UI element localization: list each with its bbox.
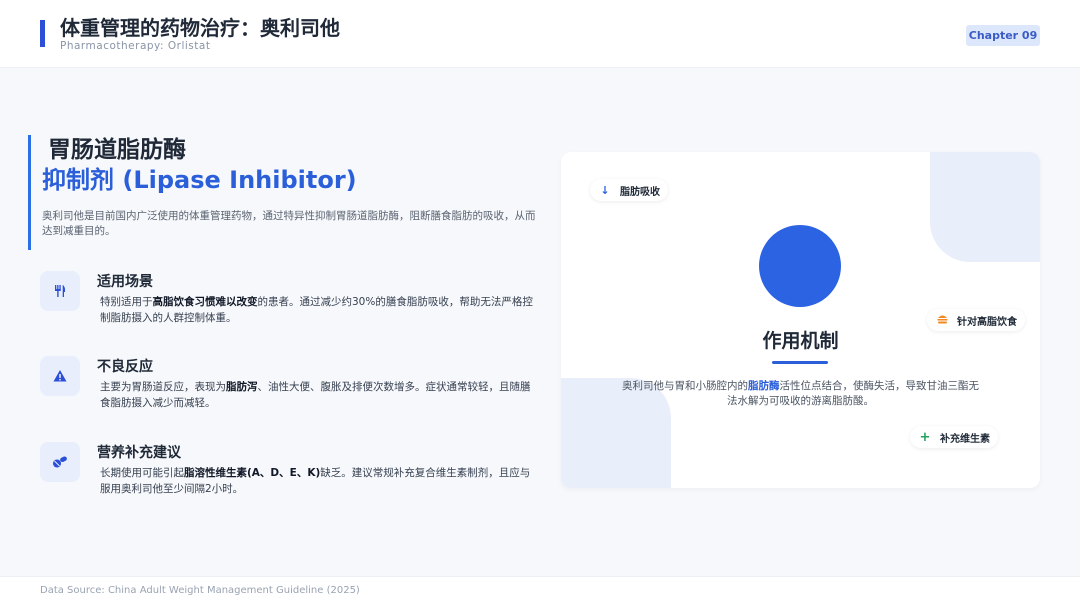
tag-high-fat-diet: 针对高脂饮食 [927,309,1025,331]
title-underline [772,361,828,364]
feature-nutrition: 营养补充建议 长期使用可能引起脂溶性维生素(A、D、E、K)缺乏。建议常规补充复… [40,442,540,512]
arrow-down-icon: ↓ [600,183,610,197]
mechanism-card: 作用机制 奥利司他与胃和小肠腔内的脂肪酶活性位点结合，使酶失活，导致甘油三酯无法… [561,152,1040,488]
footer: Data Source: China Adult Weight Manageme… [0,576,1080,608]
feature-title: 适用场景 [97,274,153,290]
feature-side-effects: 不良反应 主要为胃肠道反应，表现为脂肪泻、油性大便、腹胀及排便次数增多。症状通常… [40,356,540,426]
tag-label: 针对高脂饮食 [957,316,1017,328]
feature-description: 特别适用于高脂饮食习惯难以改变的患者。通过减少约30%的膳食脂肪吸收，帮助无法严… [100,296,533,324]
chapter-badge: Chapter 09 [966,25,1040,46]
tag-fat-absorption: ↓ 脂肪吸收 [590,179,668,201]
page-title: 体重管理的药物治疗：奥利司他 [60,16,340,40]
page-subtitle: Pharmacotherapy: Orlistat [60,40,211,52]
warning-icon [40,356,80,396]
tag-label: 补充维生素 [940,433,990,445]
feature-title: 不良反应 [97,359,153,375]
pills-icon [40,442,80,482]
hero-title-line1: 胃肠道脂肪酶 [48,137,186,163]
utensils-icon [40,271,80,311]
feature-description: 主要为胃肠道反应，表现为脂肪泻、油性大便、腹胀及排便次数增多。症状通常较轻，且随… [100,381,531,409]
header: 体重管理的药物治疗：奥利司他 Pharmacotherapy: Orlistat… [0,0,1080,68]
hero-description: 奥利司他是目前国内广泛使用的体重管理药物，通过特异性抑制胃肠道脂肪酶，阻断膳食脂… [42,210,536,237]
burger-icon [935,314,949,327]
hero-section: 胃肠道脂肪酶 抑制剂 (Lipase Inhibitor) 奥利司他是目前国内广… [28,135,538,250]
tag-vitamin-supplement: + 补充维生素 [910,426,998,448]
decorative-blob [930,152,1040,262]
mechanism-circle [759,225,841,307]
data-source: Data Source: China Adult Weight Manageme… [40,585,360,596]
feature-title: 营养补充建议 [97,445,181,461]
plus-icon: + [919,429,931,445]
header-accent-bar [40,20,45,47]
feature-indications: 适用场景 特别适用于高脂饮食习惯难以改变的患者。通过减少约30%的膳食脂肪吸收，… [40,271,540,341]
mechanism-description: 奥利司他与胃和小肠腔内的脂肪酶活性位点结合，使酶失活，导致甘油三酯无法水解为可吸… [622,380,979,407]
tag-label: 脂肪吸收 [620,186,660,198]
feature-description: 长期使用可能引起脂溶性维生素(A、D、E、K)缺乏。建议常规补充复合维生素制剂，… [100,467,531,495]
hero-title-line2: 抑制剂 (Lipase Inhibitor) [42,166,357,194]
